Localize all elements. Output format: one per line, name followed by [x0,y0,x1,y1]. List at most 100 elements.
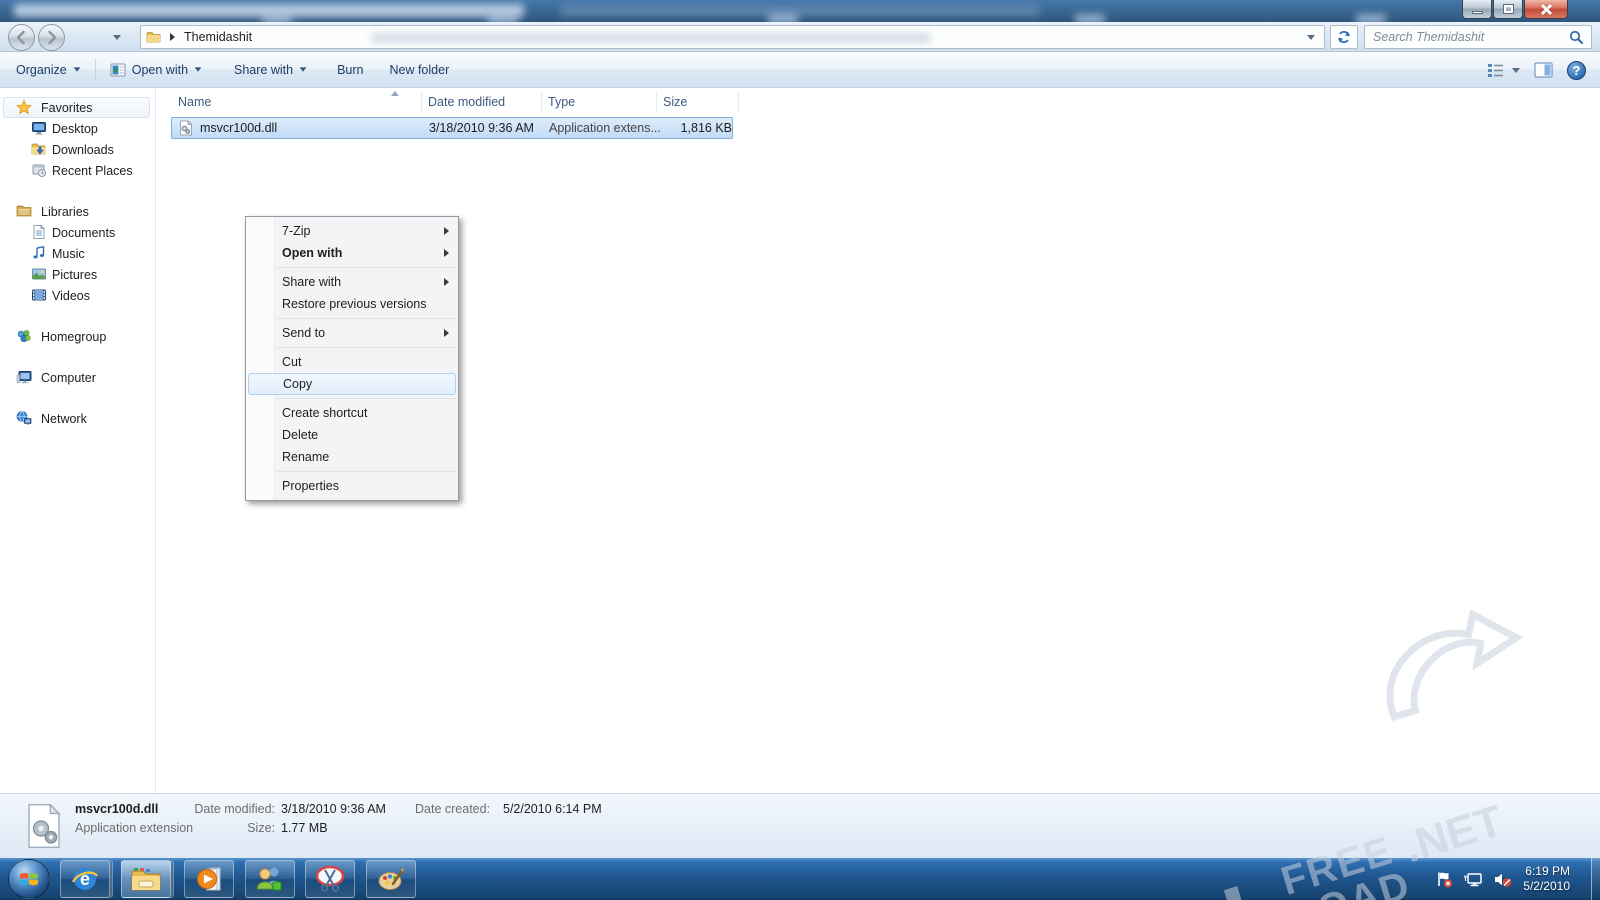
sidebar-item-label: Pictures [52,268,97,282]
navigation-pane: Favorites Desktop Downloads Recent Place… [0,88,155,793]
sidebar-item-homegroup[interactable]: Homegroup [0,326,155,347]
menu-item-send-to[interactable]: Send to [246,322,458,344]
column-header-size[interactable]: Size [656,90,737,114]
breadcrumb[interactable]: Themidashit [184,30,252,44]
submenu-arrow-icon [444,278,449,286]
close-icon [1540,3,1552,15]
menu-item-7zip[interactable]: 7-Zip [246,220,458,242]
menu-item-restore-previous-versions[interactable]: Restore previous versions [246,293,458,315]
sidebar-item-downloads[interactable]: Downloads [0,139,155,160]
preview-pane-icon[interactable] [1534,62,1553,78]
chevron-down-icon [195,67,202,71]
taskbar-media-player[interactable] [184,860,234,898]
address-dropdown-icon[interactable] [1307,35,1315,40]
views-button[interactable] [1487,62,1520,78]
menu-item-rename[interactable]: Rename [246,446,458,468]
menu-item-properties[interactable]: Properties [246,475,458,497]
details-size-label: Size: [100,821,275,835]
back-button[interactable] [8,24,35,51]
desktop-icon [31,120,47,136]
menu-separator [277,318,456,319]
address-band: Themidashit [0,22,1600,52]
sidebar-item-favorites[interactable]: Favorites [0,97,155,118]
details-date-modified-label: Date modified: [100,802,275,816]
sidebar-item-pictures[interactable]: Pictures [0,264,155,285]
videos-icon [31,287,47,303]
submenu-arrow-icon [444,329,449,337]
open-with-icon [110,62,126,78]
chevron-down-icon [300,67,307,71]
taskbar-clock[interactable]: 6:19 PM 5/2/2010 [1523,864,1570,894]
sidebar-item-desktop[interactable]: Desktop [0,118,155,139]
window-controls [1461,0,1568,19]
file-row-selected[interactable]: msvcr100d.dll 3/18/2010 9:36 AM Applicat… [171,117,733,139]
show-desktop-button[interactable] [1591,858,1600,900]
file-date-modified: 3/18/2010 9:36 AM [429,121,547,135]
share-with-button[interactable]: Share with [224,58,317,82]
sidebar-item-network[interactable]: Network [0,408,155,429]
column-header-name[interactable]: Name [171,90,421,114]
history-dropdown-icon[interactable] [113,35,121,40]
dll-file-icon-large [24,801,64,854]
window-titlebar [0,0,1600,22]
media-player-icon [194,864,224,894]
forward-button[interactable] [38,24,65,51]
burn-button[interactable]: Burn [327,58,373,82]
sidebar-item-label: Documents [52,226,115,240]
sidebar-item-computer[interactable]: Computer [0,367,155,388]
minimize-button[interactable] [1462,0,1492,19]
taskbar-snipping-tool[interactable] [305,860,355,898]
organize-button[interactable]: Organize [6,58,91,82]
sidebar-item-recent-places[interactable]: Recent Places [0,160,155,181]
sidebar-item-label: Downloads [52,143,114,157]
new-folder-button[interactable]: New folder [379,58,459,82]
breadcrumb-chevron-icon [170,33,175,41]
recent-places-icon [31,162,47,178]
menu-item-share-with[interactable]: Share with [246,271,458,293]
network-status-icon[interactable] [1463,871,1483,888]
submenu-arrow-icon [444,227,449,235]
views-icon [1487,62,1505,78]
search-icon[interactable] [1569,30,1584,45]
menu-item-create-shortcut[interactable]: Create shortcut [246,402,458,424]
column-header-date-modified[interactable]: Date modified [421,90,540,114]
taskbar-windows-explorer[interactable] [121,860,171,898]
network-icon [16,410,32,426]
menu-item-open-with[interactable]: Open with [246,242,458,264]
desktop: Themidashit Organize [0,0,1600,900]
menu-item-delete[interactable]: Delete [246,424,458,446]
search-input[interactable] [1365,30,1569,44]
sidebar-item-music[interactable]: Music [0,243,155,264]
start-button[interactable] [8,859,50,899]
blurred-path-text [371,33,931,43]
music-icon [31,245,47,261]
messenger-icon [255,864,285,894]
action-center-flag-icon[interactable] [1436,871,1453,888]
close-button[interactable] [1524,0,1568,19]
open-with-button[interactable]: Open with [100,57,212,83]
folder-icon [146,29,162,45]
taskbar-messenger[interactable] [245,860,295,898]
menu-item-cut[interactable]: Cut [246,351,458,373]
refresh-button[interactable] [1330,25,1358,49]
help-icon[interactable]: ? [1567,61,1586,80]
dll-file-icon [178,120,194,136]
sidebar-item-documents[interactable]: Documents [0,222,155,243]
volume-muted-icon[interactable] [1493,871,1513,888]
column-header-type[interactable]: Type [541,90,655,114]
submenu-arrow-icon [444,249,449,257]
sidebar-item-libraries[interactable]: Libraries [0,201,155,222]
menu-separator [277,347,456,348]
restore-button[interactable] [1493,0,1523,19]
address-bar[interactable]: Themidashit [140,25,1325,49]
taskbar-paint[interactable] [366,860,416,898]
column-headers: Name Date modified Type Size [163,90,1600,114]
menu-item-copy[interactable]: Copy [248,373,456,395]
chevron-down-icon [73,67,80,71]
sidebar-item-videos[interactable]: Videos [0,285,155,306]
file-browser-main: Favorites Desktop Downloads Recent Place… [0,88,1600,793]
pictures-icon [31,266,47,282]
forward-arrow-icon [44,30,59,45]
file-name: msvcr100d.dll [200,121,420,135]
taskbar-internet-explorer[interactable]: e [60,860,110,898]
